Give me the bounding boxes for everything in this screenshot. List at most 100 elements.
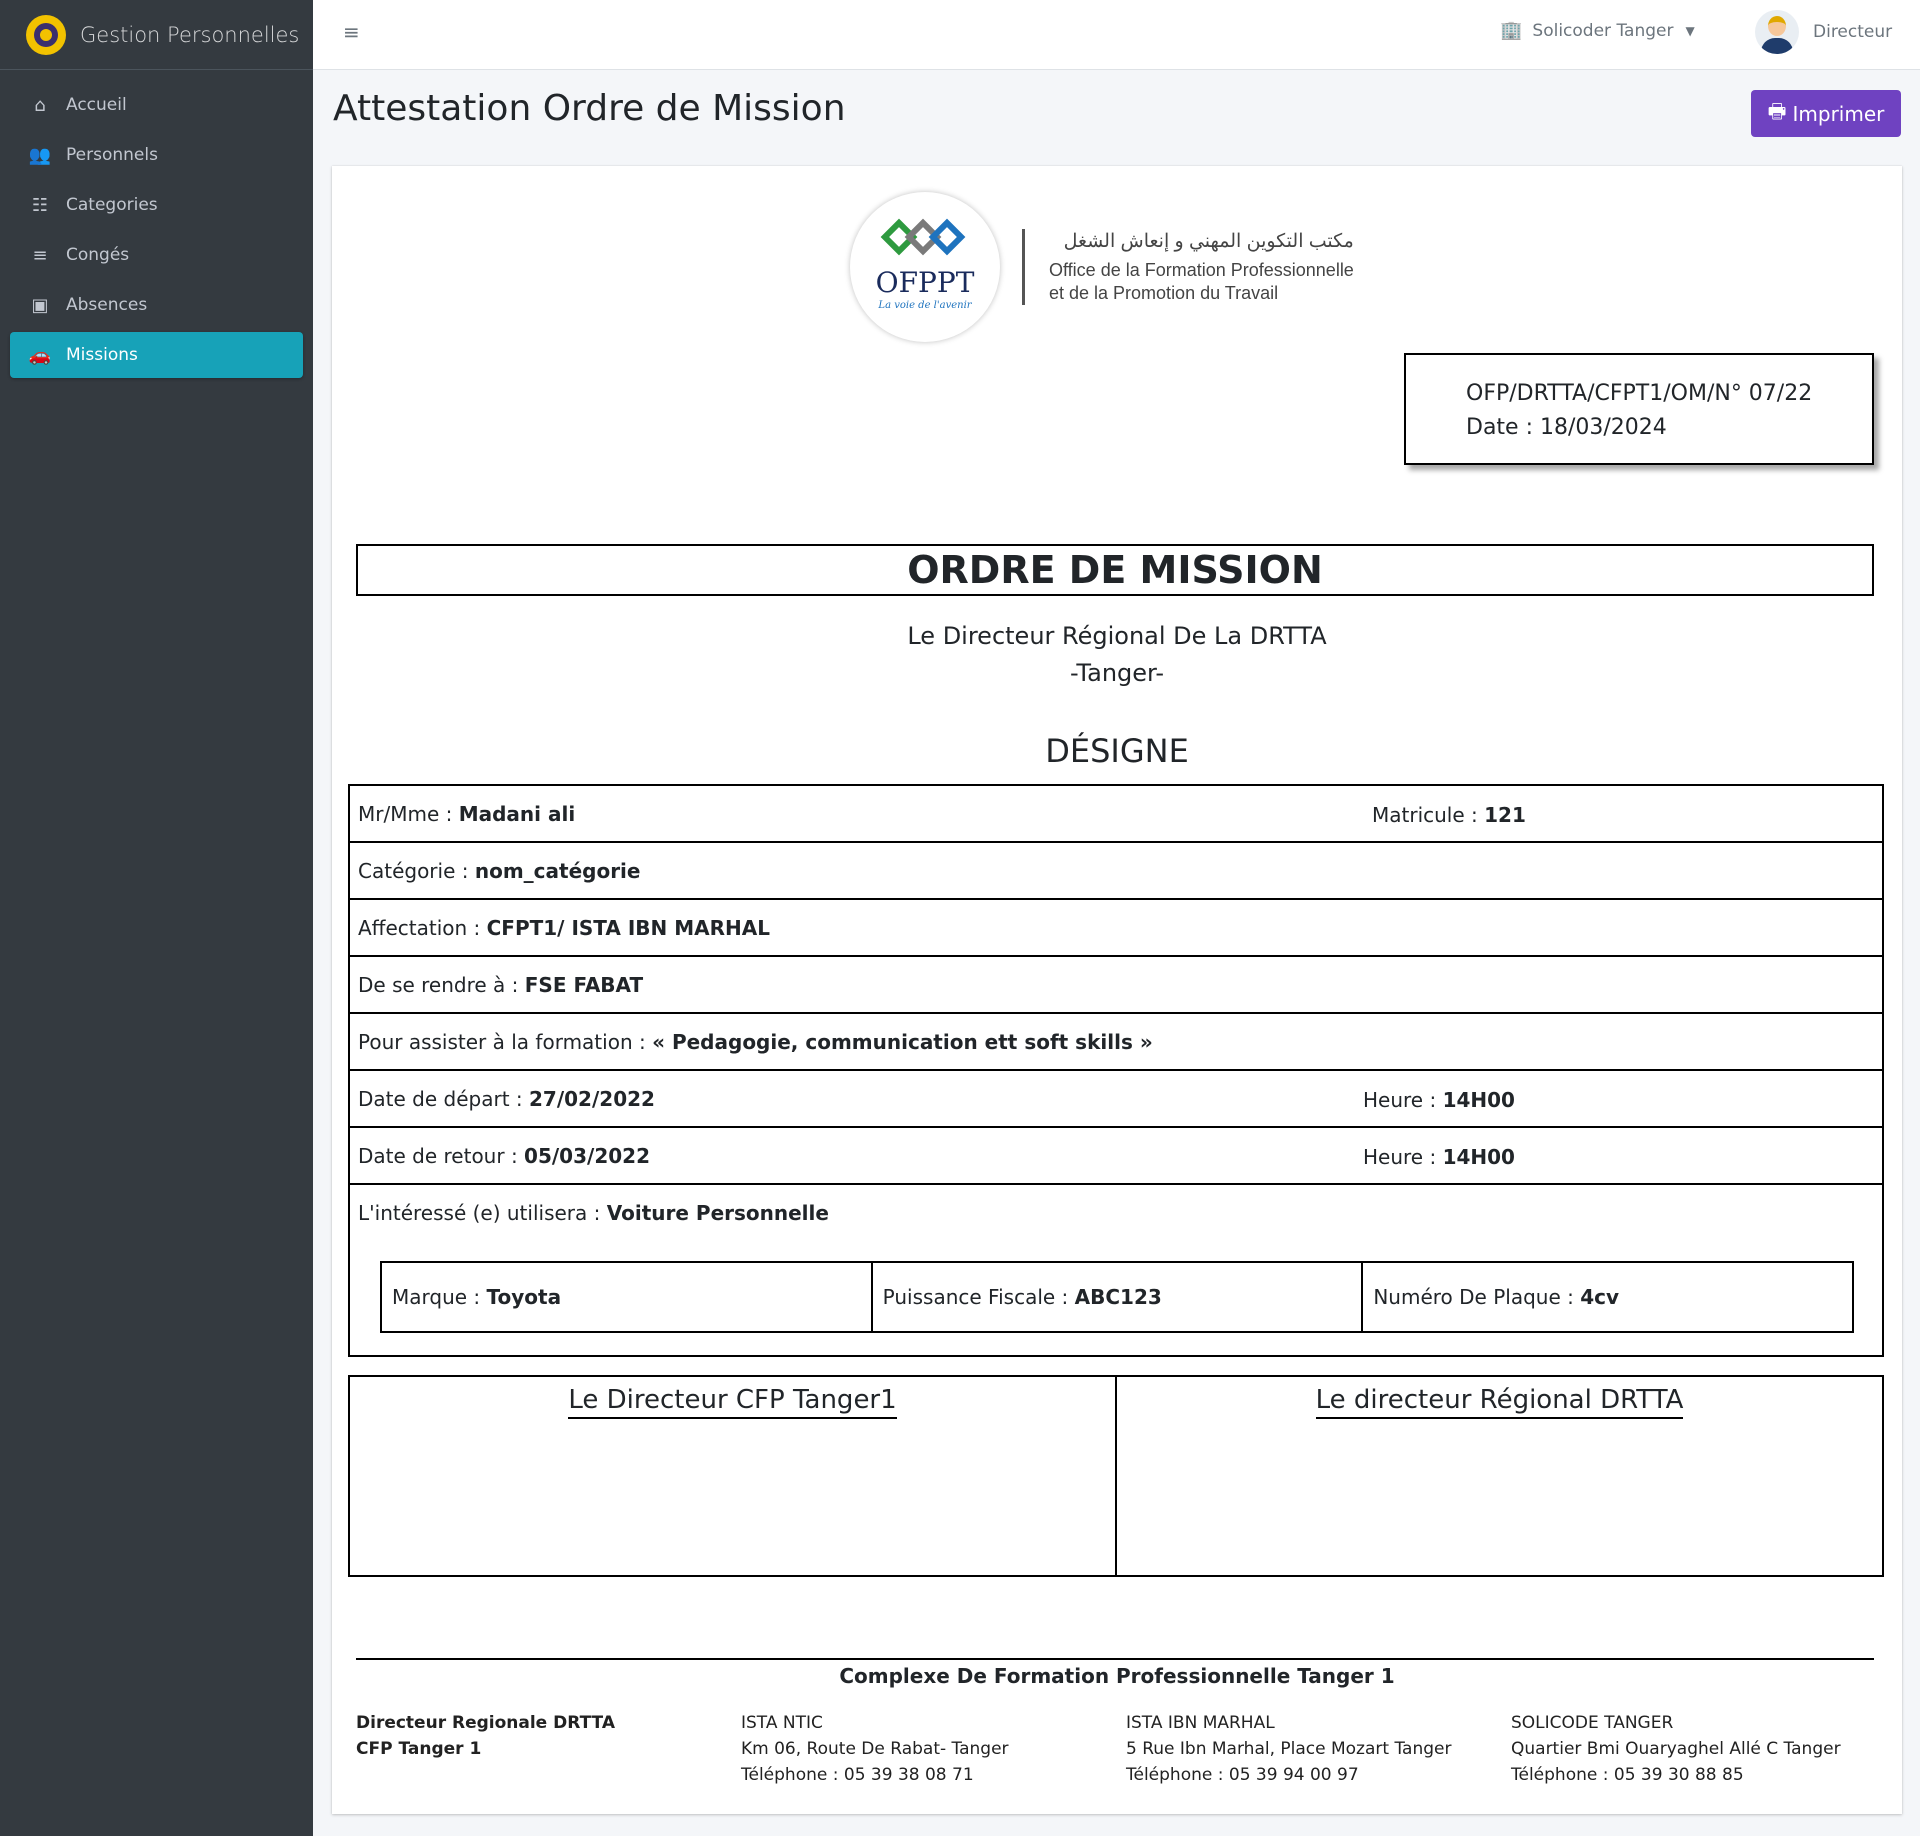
affectation-value: CFPT1/ ISTA IBN MARHAL xyxy=(486,915,770,940)
footer-col1-line2: CFP Tanger 1 xyxy=(356,1739,482,1759)
plaque-label: Numéro De Plaque : xyxy=(1373,1285,1574,1309)
formation-value: « Pedagogie, communication ett soft skil… xyxy=(652,1029,1153,1054)
sidebar-item-label: Personnels xyxy=(66,145,158,165)
footer-col4-line3: Téléphone : 05 39 30 88 85 xyxy=(1511,1765,1744,1785)
document-date: Date : 18/03/2024 xyxy=(1466,415,1667,440)
brand-logo-icon xyxy=(26,14,66,55)
marque-value: Toyota xyxy=(486,1285,562,1309)
mission-info-table: Mr/Mme : Madani ali Matricule : 121 Caté… xyxy=(348,784,1884,1357)
sidebar-item-label: Congés xyxy=(66,245,130,265)
row-depart: Date de départ : 27/02/2022 Heure : 14H0… xyxy=(350,1071,1882,1128)
retour-value: 05/03/2022 xyxy=(524,1143,650,1168)
page-title: Attestation Ordre de Mission xyxy=(333,88,846,129)
document-title: ORDRE DE MISSION xyxy=(356,544,1874,596)
footer-divider xyxy=(356,1658,1874,1660)
building-icon: 🏢 xyxy=(1500,20,1523,41)
footer-col-4: SOLICODE TANGER Quartier Bmi Ouaryaghel … xyxy=(1511,1710,1896,1788)
row-categorie: Catégorie : nom_catégorie xyxy=(350,843,1882,900)
signature-left-title: Le Directeur CFP Tanger1 xyxy=(568,1385,897,1419)
print-button-label: Imprimer xyxy=(1792,101,1885,126)
footer-col-1: Directeur Regionale DRTTA CFP Tanger 1 xyxy=(356,1710,741,1788)
puissance-value: ABC123 xyxy=(1074,1285,1162,1309)
footer-col2-line2: Km 06, Route De Rabat- Tanger xyxy=(741,1739,1009,1759)
director-line-2: -Tanger- xyxy=(1069,659,1165,687)
logo-name: OFPPT xyxy=(875,266,975,299)
user-menu[interactable]: Directeur xyxy=(1755,10,1892,54)
list-icon: ☷ xyxy=(31,194,49,216)
puissance-label: Puissance Fiscale : xyxy=(882,1285,1069,1309)
signature-right: Le directeur Régional DRTTA xyxy=(1117,1377,1882,1575)
marque-label: Marque : xyxy=(392,1285,481,1309)
vehicle-puissance: Puissance Fiscale : ABC123 xyxy=(873,1263,1364,1331)
logo-divider xyxy=(1022,229,1025,305)
retour-heure-value: 14H00 xyxy=(1442,1144,1515,1169)
avatar xyxy=(1755,10,1799,54)
footer-col3-line3: Téléphone : 05 39 94 00 97 xyxy=(1126,1765,1359,1785)
director-heading: Le Directeur Régional De La DRTTA -Tange… xyxy=(332,618,1902,692)
logo-arabic: مكتب التكوين المهني و إنعاش الشغل xyxy=(1063,230,1354,252)
categorie-label: Catégorie : xyxy=(358,858,469,883)
depart-value: 27/02/2022 xyxy=(529,1086,655,1111)
vehicle-table: Marque : Toyota Puissance Fiscale : ABC1… xyxy=(380,1261,1854,1333)
depart-heure-value: 14H00 xyxy=(1442,1087,1515,1112)
location-label: Solicoder Tanger xyxy=(1532,20,1674,41)
reference-number: OFP/DRTTA/CFPT1/OM/N° 07/22 xyxy=(1466,381,1813,406)
caret-down-icon: ▼ xyxy=(1685,23,1695,38)
sidebar-item-accueil[interactable]: ⌂ Accueil xyxy=(10,82,303,128)
brand-link[interactable]: Gestion Personnelles xyxy=(0,0,313,70)
formation-label: Pour assister à la formation : xyxy=(358,1029,646,1054)
mission-document: OFPPT La voie de l'avenir مكتب التكوين ا… xyxy=(332,166,1902,1814)
footer-col-3: ISTA IBN MARHAL 5 Rue Ibn Marhal, Place … xyxy=(1126,1710,1511,1788)
footer-col4-line2: Quartier Bmi Ouaryaghel Allé C Tanger xyxy=(1511,1739,1841,1759)
matricule-label: Matricule : xyxy=(1372,802,1478,827)
footer-col4-line1: SOLICODE TANGER xyxy=(1511,1713,1674,1733)
depart-heure-field: Heure : 14H00 xyxy=(1363,1071,1515,1128)
location-dropdown[interactable]: 🏢 Solicoder Tanger ▼ xyxy=(1500,20,1695,41)
categorie-value: nom_catégorie xyxy=(474,858,641,883)
designe-heading: DÉSIGNE xyxy=(1045,732,1189,770)
sidebar-item-label: Categories xyxy=(66,195,158,215)
sidebar-nav: ⌂ Accueil 👥 Personnels ☷ Categories ≡ Co… xyxy=(0,70,313,394)
vehicle-plaque: Numéro De Plaque : 4cv xyxy=(1363,1263,1852,1331)
sidebar-item-missions[interactable]: 🚗 Missions xyxy=(10,332,303,378)
row-retour: Date de retour : 05/03/2022 Heure : 14H0… xyxy=(350,1128,1882,1185)
signature-table: Le Directeur CFP Tanger1 Le directeur Ré… xyxy=(348,1375,1884,1577)
calendar-icon: ▣ xyxy=(31,294,49,316)
logo-french-line1: Office de la Formation Professionnelle xyxy=(1049,259,1354,280)
row-destination: De se rendre à : FSE FABAT xyxy=(350,957,1882,1014)
retour-heure-label: Heure : xyxy=(1363,1144,1437,1169)
brand-name: Gestion Personnelles xyxy=(80,22,300,47)
logo-text: مكتب التكوين المهني و إنعاش الشغل Office… xyxy=(1049,230,1354,305)
footer-col3-line1: ISTA IBN MARHAL xyxy=(1126,1713,1275,1733)
matricule-field: Matricule : 121 xyxy=(1372,786,1526,843)
destination-value: FSE FABAT xyxy=(524,972,644,997)
matricule-value: 121 xyxy=(1484,802,1526,827)
user-role: Directeur xyxy=(1813,22,1893,42)
car-icon: 🚗 xyxy=(28,344,52,366)
destination-label: De se rendre à : xyxy=(358,972,519,997)
transport-value: Voiture Personnelle xyxy=(606,1201,829,1225)
name-label: Mr/Mme : xyxy=(358,801,453,826)
retour-label: Date de retour : xyxy=(358,1143,518,1168)
footer-title: Complexe De Formation Professionnelle Ta… xyxy=(839,1664,1395,1688)
name-value: Madani ali xyxy=(458,801,576,826)
sidebar-item-absences[interactable]: ▣ Absences xyxy=(10,282,303,328)
ofppt-emblem: OFPPT La voie de l'avenir xyxy=(850,192,1000,342)
retour-heure-field: Heure : 14H00 xyxy=(1363,1128,1515,1185)
sidebar: Gestion Personnelles ⌂ Accueil 👥 Personn… xyxy=(0,0,313,1836)
footer-col2-line3: Téléphone : 05 39 38 08 71 xyxy=(741,1765,974,1785)
footer-col2-line1: ISTA NTIC xyxy=(741,1713,823,1733)
depart-label: Date de départ : xyxy=(358,1086,523,1111)
sidebar-item-label: Accueil xyxy=(66,95,127,115)
sidebar-item-categories[interactable]: ☷ Categories xyxy=(10,182,303,228)
sidebar-item-label: Missions xyxy=(66,345,138,365)
director-line-1: Le Directeur Régional De La DRTTA xyxy=(907,622,1327,650)
vehicle-marque: Marque : Toyota xyxy=(382,1263,873,1331)
print-button[interactable]: 🖶 Imprimer xyxy=(1751,90,1901,137)
sidebar-item-conges[interactable]: ≡ Congés xyxy=(10,232,303,278)
sidebar-item-personnels[interactable]: 👥 Personnels xyxy=(10,132,303,178)
footer-columns: Directeur Regionale DRTTA CFP Tanger 1 I… xyxy=(356,1710,1896,1788)
ofppt-logo: OFPPT La voie de l'avenir مكتب التكوين ا… xyxy=(850,192,1354,342)
menu-toggle-icon[interactable]: ≡ xyxy=(343,20,360,48)
top-navbar: ≡ 🏢 Solicoder Tanger ▼ Directeur xyxy=(313,0,1920,70)
